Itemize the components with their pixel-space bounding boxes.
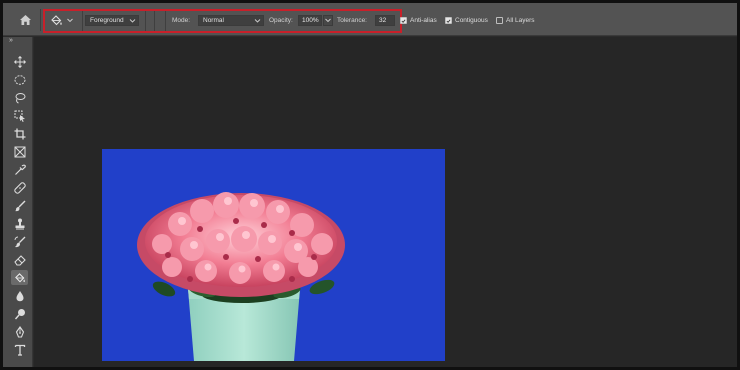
toolbar-collapse-button[interactable]: » [9, 37, 13, 44]
clone-stamp-tool[interactable] [11, 216, 28, 231]
ellipse-marquee-icon [14, 74, 25, 85]
home-icon [19, 15, 31, 25]
object-selection-icon [14, 110, 25, 122]
pen-icon [15, 325, 24, 338]
tools-panel: » [3, 37, 33, 367]
move-icon [13, 55, 26, 68]
document-window[interactable] [34, 37, 737, 367]
bandage-icon [13, 181, 26, 194]
checkmark-icon [401, 18, 406, 23]
flower-pot-image [137, 192, 345, 361]
eraser-tool[interactable] [11, 252, 28, 267]
brush-icon [14, 200, 25, 211]
anti-alias-checkbox[interactable] [400, 17, 407, 24]
crop-tool[interactable] [11, 126, 28, 141]
frame-tool[interactable] [11, 144, 28, 159]
lasso-tool[interactable] [11, 90, 28, 105]
object-selection-tool[interactable] [11, 108, 28, 123]
dodge-tool[interactable] [11, 306, 28, 321]
stamp-icon [15, 218, 24, 229]
lasso-icon [15, 92, 25, 103]
blur-tool[interactable] [11, 288, 28, 303]
all-layers-checkbox[interactable] [496, 17, 503, 24]
contiguous-checkbox[interactable] [445, 17, 452, 24]
contiguous-label: Contiguous [455, 17, 488, 24]
brush-tool[interactable] [11, 198, 28, 213]
history-brush-tool[interactable] [11, 234, 28, 249]
checkmark-icon [446, 18, 451, 23]
pen-tool[interactable] [11, 324, 28, 339]
all-layers-label: All Layers [506, 17, 535, 24]
canvas-document[interactable] [102, 149, 445, 361]
crop-icon [14, 128, 25, 139]
paint-bucket-tool[interactable] [11, 270, 28, 285]
dodge-icon [14, 308, 25, 319]
elliptical-marquee-tool[interactable] [11, 72, 28, 87]
move-tool[interactable] [11, 54, 28, 69]
anti-alias-label: Anti-alias [410, 17, 437, 24]
healing-brush-tool[interactable] [11, 180, 28, 195]
frame-icon [14, 146, 25, 157]
type-icon [14, 344, 25, 356]
paint-bucket-icon [14, 272, 25, 282]
history-brush-icon [14, 236, 25, 247]
eyedropper-tool[interactable] [11, 162, 28, 177]
home-button[interactable] [15, 11, 35, 29]
eyedropper-icon [14, 164, 26, 175]
type-tool[interactable] [11, 342, 28, 357]
divider [40, 9, 41, 31]
eraser-icon [13, 254, 26, 266]
highlight-box [43, 9, 402, 33]
options-bar: Foreground Mode: Normal Opacity: 100% To… [3, 3, 737, 36]
droplet-icon [16, 290, 23, 301]
